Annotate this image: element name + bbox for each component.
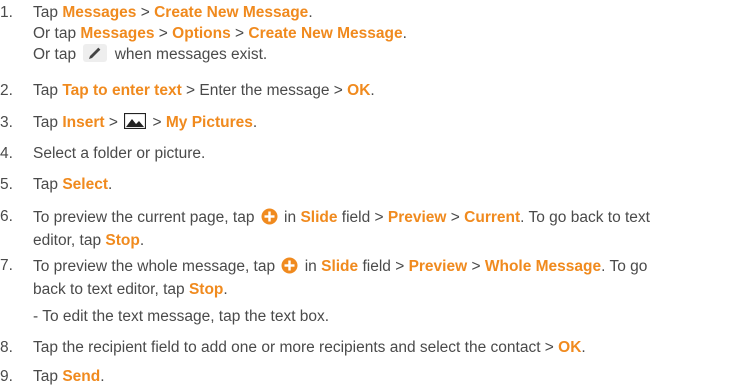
step-number: 8. — [0, 339, 13, 356]
step-text: Or tap — [33, 25, 81, 42]
step-note: - To edit the text message, tap the text… — [0, 306, 743, 327]
step-line: Tap the recipient field to add one or mo… — [33, 337, 743, 358]
step-text: . — [402, 25, 407, 42]
step-text: > — [467, 258, 485, 275]
keyword-label: OK — [347, 82, 371, 99]
step-line: Tap Select. — [33, 174, 743, 195]
keyword-label: Whole Message — [484, 258, 602, 275]
step-line: back to text editor, tap Stop. — [33, 278, 743, 301]
step-text: Or tap — [33, 46, 81, 63]
keyword-label: Create New Message — [248, 25, 403, 42]
step-item: 4. Select a folder or picture. — [0, 143, 743, 164]
step-text: . — [308, 4, 313, 21]
step-text: . — [370, 82, 375, 99]
step-text: . To go back to text — [520, 209, 650, 226]
step-line: Or tap when messages exist. — [33, 44, 743, 65]
step-item: 7. To preview the whole message, tap in S… — [0, 255, 743, 301]
step-text: Tap — [33, 82, 63, 99]
step-text: back to text editor, tap — [33, 281, 189, 298]
step-text: Select a folder or picture. — [33, 145, 206, 162]
step-text: in — [300, 258, 322, 275]
step-text: > — [148, 114, 166, 131]
step-item: 2. Tap Tap to enter text > Enter the mess… — [0, 80, 743, 101]
step-text: . — [223, 281, 228, 298]
step-text: . — [100, 368, 105, 385]
step-text: in — [279, 209, 301, 226]
step-number: 5. — [0, 176, 13, 193]
step-item: 8. Tap the recipient field to add one or … — [0, 337, 743, 358]
step-text: . To go — [601, 258, 648, 275]
step-text: - To edit the text message, tap the text… — [33, 308, 330, 325]
step-item: 9. Tap Send. — [0, 366, 743, 387]
step-line: Or tap Messages > Options > Create New M… — [33, 23, 743, 44]
keyword-label: Slide — [321, 258, 359, 275]
step-number: 9. — [0, 368, 13, 385]
picture-icon — [124, 112, 147, 130]
step-text: . — [252, 114, 258, 131]
step-text: . — [139, 232, 145, 249]
keyword-label: Tap to enter text — [62, 82, 182, 99]
step-number: 3. — [0, 114, 13, 131]
keyword-label: Select — [62, 176, 108, 193]
step-line: To preview the current page, tap in Slid… — [33, 206, 743, 229]
step-item: 3. Tap Insert > > My Pictures. — [0, 112, 743, 133]
step-item: 1. Tap Messages > Create New Message. Or t… — [0, 2, 743, 65]
step-text: when messages exist. — [110, 46, 268, 63]
step-line: Tap Send. — [33, 366, 743, 387]
step-text: To preview the current page, tap — [33, 209, 259, 226]
step-text: Tap the recipient field to add one or mo… — [33, 339, 559, 356]
keyword-label: OK — [558, 339, 582, 356]
keyword-label: My Pictures — [165, 114, 253, 131]
keyword-label: Preview — [408, 258, 468, 275]
step-text: Tap — [33, 368, 63, 385]
keyword-label: Preview — [387, 209, 447, 226]
step-text: Tap — [33, 176, 63, 193]
keyword-label: Send — [62, 368, 101, 385]
keyword-label: Create New Message — [154, 4, 309, 21]
step-text: editor, tap — [33, 232, 106, 249]
step-line: Select a folder or picture. — [33, 143, 743, 164]
keyword-label: Insert — [62, 114, 105, 131]
step-line: Tap Insert > > My Pictures. — [33, 112, 743, 133]
step-text: field > — [337, 209, 388, 226]
plus-circle-icon — [281, 257, 298, 274]
step-text: Tap — [33, 114, 63, 131]
step-line: - To edit the text message, tap the text… — [33, 306, 743, 327]
step-text: > — [104, 114, 123, 131]
keyword-label: Stop — [188, 281, 224, 298]
keyword-label: Current — [464, 209, 521, 226]
step-item: 6. To preview the current page, tap in Sl… — [0, 206, 743, 252]
pencil-icon — [83, 44, 108, 62]
step-text: Tap — [33, 4, 63, 21]
step-text: > — [446, 209, 465, 226]
plus-circle-icon — [261, 208, 278, 225]
keyword-label: Slide — [300, 209, 338, 226]
step-number: 7. — [0, 257, 13, 274]
step-line: To preview the whole message, tap in Sli… — [33, 255, 743, 278]
step-text: . — [581, 339, 586, 356]
step-text: > Enter the message > — [181, 82, 348, 99]
step-text: field > — [358, 258, 409, 275]
keyword-label: Messages — [62, 4, 137, 21]
step-number: 6. — [0, 208, 13, 225]
step-text: . — [107, 176, 113, 193]
step-line: Tap Tap to enter text > Enter the messag… — [33, 80, 743, 101]
step-number: 1. — [0, 4, 13, 21]
step-line: editor, tap Stop. — [33, 229, 743, 252]
step-text: > — [154, 25, 173, 42]
step-text: > — [136, 4, 155, 21]
keyword-label: Options — [172, 25, 231, 42]
step-number: 2. — [0, 82, 13, 99]
keyword-label: Stop — [105, 232, 140, 249]
keyword-label: Messages — [80, 25, 155, 42]
step-item: 5. Tap Select. — [0, 174, 743, 195]
step-line: Tap Messages > Create New Message. — [33, 2, 743, 23]
step-number: 4. — [0, 145, 13, 162]
step-text: > — [230, 25, 249, 42]
step-text: To preview the whole message, tap — [33, 258, 280, 275]
